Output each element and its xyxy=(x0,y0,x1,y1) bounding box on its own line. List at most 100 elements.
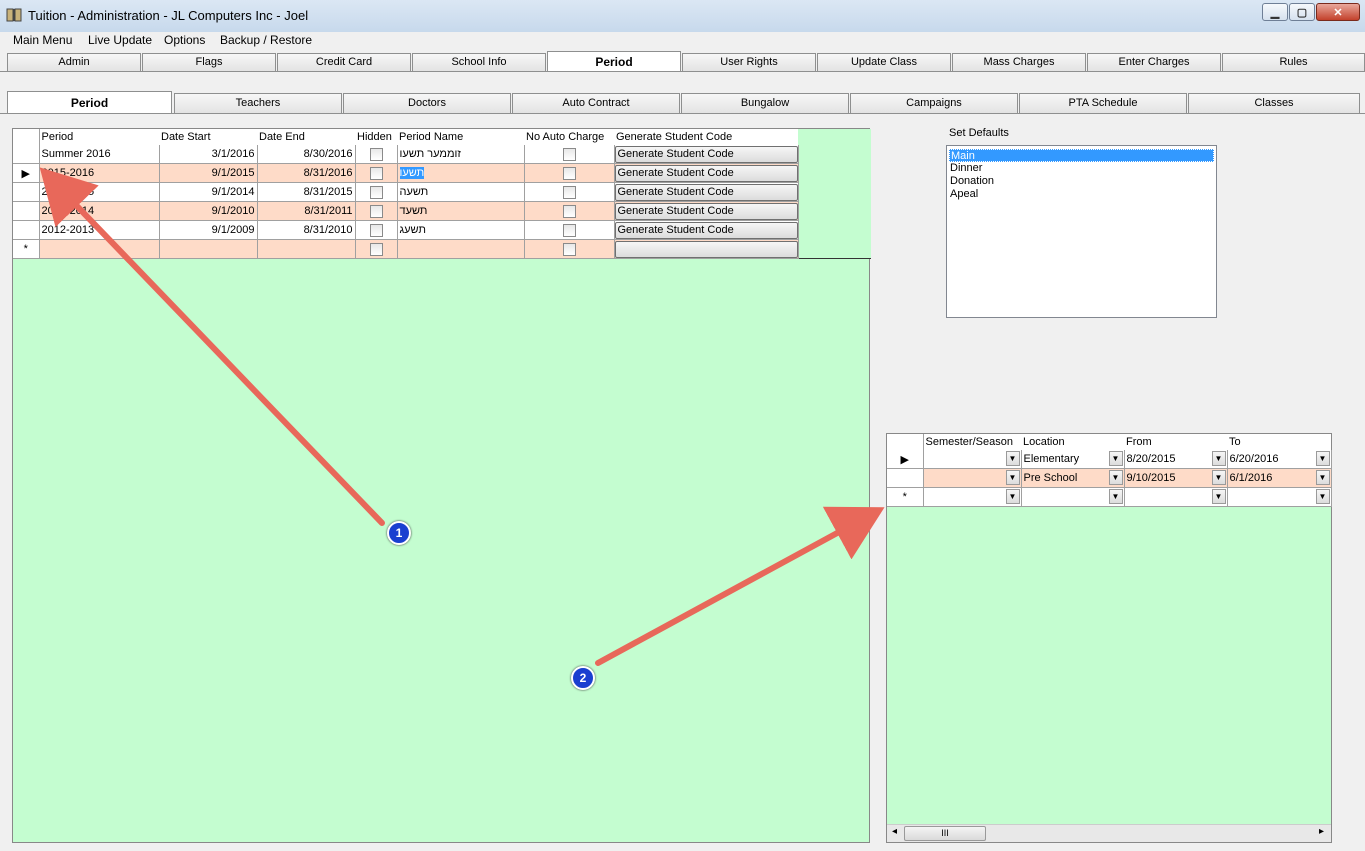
row-selector[interactable]: * xyxy=(887,487,924,507)
cell-date-start[interactable] xyxy=(159,239,258,259)
tab-admin[interactable]: Admin xyxy=(7,53,141,71)
cell-period[interactable] xyxy=(39,239,160,259)
col-header-no-auto-charge[interactable]: No Auto Charge xyxy=(524,129,614,145)
row-selector[interactable] xyxy=(13,145,40,164)
col-header-from[interactable]: From xyxy=(1124,434,1227,450)
cell-date-end[interactable]: 8/31/2010 xyxy=(257,220,356,240)
tab-rules[interactable]: Rules xyxy=(1222,53,1365,71)
no-auto-charge-checkbox[interactable] xyxy=(562,147,576,161)
scroll-left-icon[interactable]: ◂ xyxy=(892,826,897,837)
cell-period[interactable]: 2012-2013 xyxy=(39,220,160,240)
row-selector[interactable] xyxy=(887,468,924,488)
cell-date-start[interactable]: 9/1/2015 xyxy=(159,163,258,183)
col-header-semester[interactable]: Semester/Season xyxy=(923,434,1021,450)
tab-mass-charges[interactable]: Mass Charges xyxy=(952,53,1086,71)
menu-backup-restore[interactable]: Backup / Restore xyxy=(220,33,312,47)
menu-options[interactable]: Options xyxy=(164,33,205,47)
cell-period[interactable]: 2013-2014 xyxy=(39,201,160,221)
subtab-campaigns[interactable]: Campaigns xyxy=(850,93,1018,113)
cell-location[interactable]: Pre School ▼ xyxy=(1021,468,1125,488)
title-bar[interactable]: Tuition - Administration - JL Computers … xyxy=(0,0,1365,33)
cell-date-end[interactable] xyxy=(257,239,356,259)
cell-date-end[interactable]: 8/30/2016 xyxy=(257,145,356,164)
col-header-to[interactable]: To xyxy=(1227,434,1331,450)
subtab-period[interactable]: Period xyxy=(7,91,172,114)
generate-student-code-button[interactable]: Generate Student Code xyxy=(614,202,797,220)
col-header-generate-code[interactable]: Generate Student Code xyxy=(614,129,798,145)
cell-location[interactable]: Elementary ▼ xyxy=(1021,450,1125,469)
generate-student-code-button[interactable]: Generate Student Code xyxy=(614,145,797,163)
chevron-down-icon[interactable]: ▼ xyxy=(1108,470,1123,485)
cell-period[interactable]: Summer 2016 xyxy=(39,145,160,164)
chevron-down-icon[interactable]: ▼ xyxy=(1211,451,1226,466)
hidden-checkbox[interactable] xyxy=(369,147,383,161)
no-auto-charge-checkbox[interactable] xyxy=(562,223,576,237)
tab-update-class[interactable]: Update Class xyxy=(817,53,951,71)
chevron-down-icon[interactable]: ▼ xyxy=(1005,489,1020,504)
cell-date-start[interactable]: 3/1/2016 xyxy=(159,145,258,164)
table-row[interactable]: 2012-2013 9/1/2009 8/31/2010 תשעג Genera… xyxy=(13,220,871,240)
cell-from[interactable]: ▼ xyxy=(1124,487,1228,507)
cell-period-name[interactable]: תשעו xyxy=(397,163,525,183)
cell-semester[interactable]: ▼ xyxy=(923,450,1022,469)
col-header-date-end[interactable]: Date End xyxy=(257,129,355,145)
menu-live-update[interactable]: Live Update xyxy=(88,33,152,47)
subtab-pta-schedule[interactable]: PTA Schedule xyxy=(1019,93,1187,113)
row-selector[interactable]: ▶ xyxy=(13,163,40,183)
chevron-down-icon[interactable]: ▼ xyxy=(1108,451,1123,466)
tab-user-rights[interactable]: User Rights xyxy=(682,53,816,71)
row-selector[interactable]: * xyxy=(13,239,40,259)
hidden-checkbox[interactable] xyxy=(369,185,383,199)
chevron-down-icon[interactable]: ▼ xyxy=(1211,489,1226,504)
row-selector[interactable]: ▶ xyxy=(887,450,924,469)
cell-period-name[interactable]: זוממער תשעו xyxy=(397,145,525,164)
scroll-thumb[interactable]: III xyxy=(904,826,986,841)
table-row[interactable]: ▶ ▼ Elementary ▼ 8/20/2015 ▼ 6/20/2016 ▼ xyxy=(887,450,1332,469)
no-auto-charge-checkbox[interactable] xyxy=(562,166,576,180)
no-auto-charge-checkbox[interactable] xyxy=(562,185,576,199)
cell-location[interactable]: ▼ xyxy=(1021,487,1125,507)
cell-period[interactable]: 2015-2016 xyxy=(39,163,160,183)
table-row[interactable]: ▼ Pre School ▼ 9/10/2015 ▼ 6/1/2016 ▼ xyxy=(887,468,1332,488)
cell-date-start[interactable]: 9/1/2010 xyxy=(159,201,258,221)
scroll-right-icon[interactable]: ▸ xyxy=(1319,826,1324,837)
generate-student-code-button[interactable] xyxy=(614,240,797,258)
cell-date-start[interactable]: 9/1/2009 xyxy=(159,220,258,240)
col-header-hidden[interactable]: Hidden xyxy=(355,129,397,145)
chevron-down-icon[interactable]: ▼ xyxy=(1005,470,1020,485)
col-header-period[interactable]: Period xyxy=(39,129,159,145)
chevron-down-icon[interactable]: ▼ xyxy=(1315,470,1330,485)
cell-period-name[interactable]: תשעה xyxy=(397,182,525,202)
hidden-checkbox[interactable] xyxy=(369,204,383,218)
list-item[interactable]: Apeal xyxy=(949,188,1214,201)
tab-period[interactable]: Period xyxy=(547,51,681,72)
subtab-doctors[interactable]: Doctors xyxy=(343,93,511,113)
cell-period-name[interactable]: תשעג xyxy=(397,220,525,240)
row-selector[interactable] xyxy=(13,182,40,202)
list-item[interactable]: Donation xyxy=(949,175,1214,188)
cell-to[interactable]: 6/1/2016 ▼ xyxy=(1227,468,1332,488)
row-selector[interactable] xyxy=(13,201,40,221)
table-row[interactable]: 2013-2014 9/1/2010 8/31/2011 תשעד Genera… xyxy=(13,201,871,221)
cell-date-end[interactable]: 8/31/2015 xyxy=(257,182,356,202)
subtab-classes[interactable]: Classes xyxy=(1188,93,1360,113)
chevron-down-icon[interactable]: ▼ xyxy=(1108,489,1123,504)
subtab-bungalow[interactable]: Bungalow xyxy=(681,93,849,113)
tab-enter-charges[interactable]: Enter Charges xyxy=(1087,53,1221,71)
new-row[interactable]: * xyxy=(13,239,871,259)
cell-date-end[interactable]: 8/31/2011 xyxy=(257,201,356,221)
col-header-period-name[interactable]: Period Name xyxy=(397,129,524,145)
generate-student-code-button[interactable]: Generate Student Code xyxy=(614,221,797,239)
hidden-checkbox[interactable] xyxy=(369,223,383,237)
table-row[interactable]: 2014-2015 9/1/2014 8/31/2015 תשעה Genera… xyxy=(13,182,871,202)
no-auto-charge-checkbox[interactable] xyxy=(562,204,576,218)
cell-from[interactable]: 8/20/2015 ▼ xyxy=(1124,450,1228,469)
menu-main-menu[interactable]: Main Menu xyxy=(13,33,72,47)
cell-date-end[interactable]: 8/31/2016 xyxy=(257,163,356,183)
no-auto-charge-checkbox[interactable] xyxy=(562,242,576,256)
generate-student-code-button[interactable]: Generate Student Code xyxy=(614,183,797,201)
cell-period[interactable]: 2014-2015 xyxy=(39,182,160,202)
cell-period-name[interactable] xyxy=(397,239,525,259)
cell-period-name[interactable]: תשעד xyxy=(397,201,525,221)
new-row[interactable]: * ▼ ▼ ▼ ▼ xyxy=(887,487,1332,507)
